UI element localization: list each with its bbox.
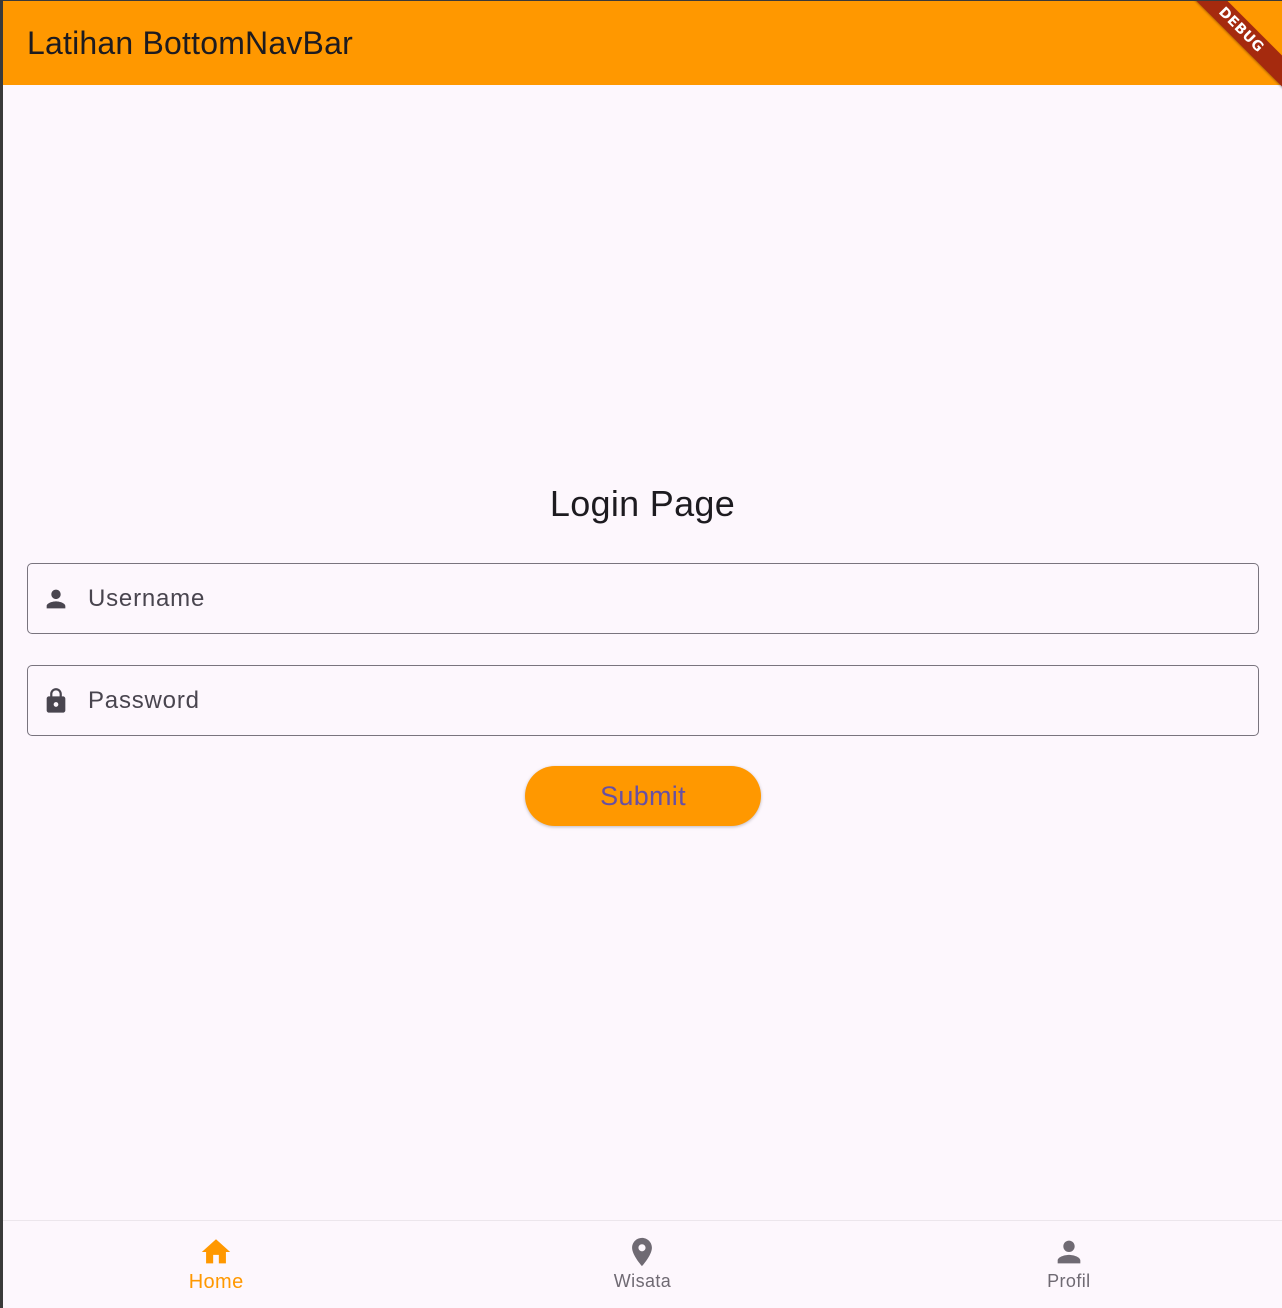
page-title: Login Page bbox=[549, 483, 736, 524]
password-input[interactable] bbox=[88, 686, 1188, 715]
bottom-navigation-bar: Home Wisata Profil bbox=[3, 1220, 1282, 1308]
app-window: Latihan BottomNavBar DEBUG Login Page Su… bbox=[3, 1, 1282, 1308]
person-icon bbox=[1052, 1235, 1086, 1269]
home-icon bbox=[199, 1235, 233, 1269]
lock-icon bbox=[42, 687, 70, 715]
nav-label-home: Home bbox=[188, 1271, 244, 1293]
nav-item-profil[interactable]: Profil bbox=[856, 1221, 1282, 1308]
username-input[interactable] bbox=[88, 584, 1188, 613]
app-title: Latihan BottomNavBar bbox=[27, 24, 353, 61]
app-bar: Latihan BottomNavBar DEBUG bbox=[3, 1, 1282, 91]
debug-banner: DEBUG bbox=[1180, 1, 1282, 91]
location-pin-icon bbox=[625, 1235, 659, 1269]
person-icon bbox=[42, 585, 70, 613]
nav-item-wisata[interactable]: Wisata bbox=[429, 1221, 855, 1308]
nav-item-home[interactable]: Home bbox=[3, 1221, 429, 1308]
password-field[interactable] bbox=[27, 665, 1259, 736]
nav-label-wisata: Wisata bbox=[613, 1271, 672, 1291]
submit-button[interactable]: Submit bbox=[525, 766, 761, 826]
nav-label-profil: Profil bbox=[1047, 1271, 1091, 1291]
username-field[interactable] bbox=[27, 563, 1259, 634]
